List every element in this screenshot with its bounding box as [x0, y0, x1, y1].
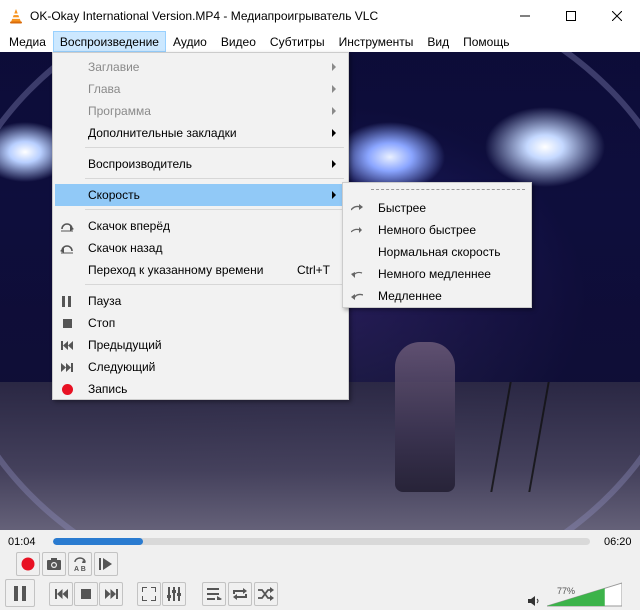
slower-icon [349, 288, 365, 304]
menu-item-bookmarks[interactable]: Дополнительные закладки [55, 122, 346, 144]
previous-icon [54, 589, 68, 599]
menu-item-jump-forward[interactable]: Скачок вперёд [55, 215, 346, 237]
play-pause-button[interactable] [5, 579, 35, 607]
svg-text:A B: A B [74, 566, 86, 572]
jump-back-icon [59, 240, 75, 256]
fullscreen-icon [142, 587, 156, 601]
menu-item-record[interactable]: Запись [55, 378, 346, 400]
faster-fine-icon [349, 222, 365, 238]
equalizer-icon [167, 587, 181, 601]
ab-loop-button[interactable]: A B [68, 552, 92, 576]
record-icon [21, 557, 35, 571]
playlist-button[interactable] [202, 582, 226, 606]
menu-video[interactable]: Видео [214, 31, 263, 52]
maximize-icon [566, 10, 576, 21]
menu-separator [85, 178, 344, 179]
tear-off-line[interactable] [371, 189, 525, 190]
menu-separator [85, 209, 344, 210]
record-icon [59, 381, 75, 397]
ab-loop-icon: A B [74, 557, 86, 572]
next-button[interactable] [99, 582, 123, 606]
menu-item-program[interactable]: Программа [55, 100, 346, 122]
menu-item-stop[interactable]: Стоп [55, 312, 346, 334]
previous-button[interactable] [49, 582, 73, 606]
menu-item-chapter[interactable]: Глава [55, 78, 346, 100]
title-bar: OK-Okay International Version.MP4 - Меди… [0, 0, 640, 31]
submenu-arrow-icon [332, 85, 336, 93]
slower-fine-icon [349, 266, 365, 282]
seek-bar[interactable] [53, 538, 590, 545]
minimize-button[interactable] [502, 0, 548, 31]
menu-playback[interactable]: Воспроизведение [52, 31, 166, 52]
playback-menu: Заглавие Глава Программа Дополнительные … [52, 52, 349, 400]
menu-item-title[interactable]: Заглавие [55, 56, 346, 78]
submenu-arrow-icon [332, 129, 336, 137]
shortcut-label: Ctrl+T [297, 263, 330, 277]
shuffle-button[interactable] [254, 582, 278, 606]
extended-settings-button[interactable] [162, 582, 186, 606]
close-icon [612, 10, 622, 21]
seek-bar-progress [53, 538, 144, 545]
timeline: 01:04 06:20 [0, 530, 640, 552]
submenu-arrow-icon [332, 63, 336, 71]
menu-separator [85, 147, 344, 148]
camera-icon [47, 558, 61, 570]
volume-slider[interactable] [547, 582, 622, 607]
speed-item-faster-fine[interactable]: Немного быстрее [345, 219, 529, 241]
menu-item-speed[interactable]: Скорость [55, 184, 346, 206]
close-button[interactable] [594, 0, 640, 31]
stop-button[interactable] [74, 582, 98, 606]
stop-icon [59, 315, 75, 331]
previous-icon [59, 337, 75, 353]
menu-item-pause[interactable]: Пауза [55, 290, 346, 312]
menu-item-previous[interactable]: Предыдущий [55, 334, 346, 356]
speed-item-faster[interactable]: Быстрее [345, 197, 529, 219]
fullscreen-button[interactable] [137, 582, 161, 606]
stop-icon [81, 589, 91, 599]
submenu-arrow-icon [332, 160, 336, 168]
submenu-arrow-icon [332, 191, 336, 199]
frame-step-button[interactable] [94, 552, 118, 576]
frame-step-icon [99, 558, 112, 570]
menu-item-next[interactable]: Следующий [55, 356, 346, 378]
elapsed-time: 01:04 [8, 536, 36, 548]
menu-bar: Медиа Воспроизведение Аудио Видео Субтит… [0, 31, 640, 52]
minimize-icon [520, 15, 530, 16]
speed-item-normal[interactable]: Нормальная скорость [345, 241, 529, 263]
menu-item-renderer[interactable]: Воспроизводитель [55, 153, 346, 175]
window-title: OK-Okay International Version.MP4 - Меди… [30, 8, 379, 23]
pause-icon [59, 293, 75, 309]
vlc-cone-icon [10, 8, 22, 23]
menu-item-goto-time[interactable]: Переход к указанному времени Ctrl+T [55, 259, 346, 281]
menu-view[interactable]: Вид [420, 31, 456, 52]
maximize-button[interactable] [548, 0, 594, 31]
next-icon [59, 359, 75, 375]
speed-item-slower[interactable]: Медленнее [345, 285, 529, 307]
snapshot-button[interactable] [42, 552, 66, 576]
faster-icon [349, 200, 365, 216]
player-controls: 01:04 06:20 A B 77% [0, 530, 640, 610]
menu-help[interactable]: Помощь [456, 31, 516, 52]
loop-button[interactable] [228, 582, 252, 606]
menu-audio[interactable]: Аудио [166, 31, 214, 52]
speed-item-slower-fine[interactable]: Немного медленнее [345, 263, 529, 285]
menu-media[interactable]: Медиа [2, 31, 53, 52]
jump-forward-icon [59, 218, 75, 234]
shuffle-icon [258, 587, 274, 601]
speed-submenu: Быстрее Немного быстрее Нормальная скоро… [342, 182, 532, 308]
record-button[interactable] [16, 552, 40, 576]
pause-icon [14, 585, 26, 601]
total-time: 06:20 [604, 536, 632, 548]
playlist-icon [206, 588, 222, 600]
submenu-arrow-icon [332, 107, 336, 115]
speaker-icon[interactable] [528, 596, 540, 606]
menu-separator [85, 284, 344, 285]
next-icon [104, 589, 118, 599]
menu-tools[interactable]: Инструменты [332, 31, 421, 52]
video-performer [395, 342, 455, 492]
loop-icon [233, 588, 247, 600]
menu-subtitles[interactable]: Субтитры [263, 31, 332, 52]
menu-item-jump-back[interactable]: Скачок назад [55, 237, 346, 259]
